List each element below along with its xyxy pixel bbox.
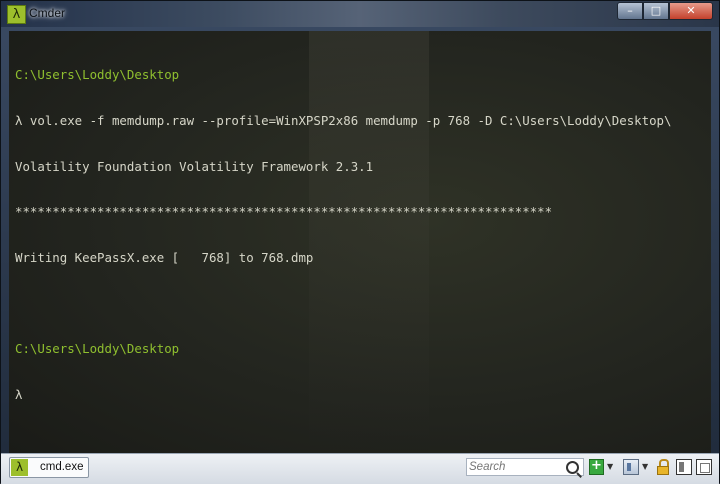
new-console-button[interactable]: + <box>589 459 604 475</box>
search-box[interactable] <box>466 458 584 476</box>
input-prompt-line[interactable]: λ <box>15 387 671 402</box>
output-line: Volatility Foundation Volatility Framewo… <box>15 158 374 174</box>
console-area[interactable]: C:\Users\Loddy\Desktop λ vol.exe -f memd… <box>9 31 711 453</box>
output-line: Writing KeePassX.exe [ 768] to 768.dmp <box>15 249 314 265</box>
output-separator-line: ****************************************… <box>15 204 553 220</box>
tab-cmd-exe[interactable]: λ cmd.exe <box>9 457 89 478</box>
search-icon[interactable] <box>566 461 579 474</box>
title-bar[interactable]: λ Cmder – □ ✕ <box>1 1 719 27</box>
cmder-lambda-icon[interactable]: λ <box>7 5 26 24</box>
close-button[interactable]: ✕ <box>669 2 713 20</box>
view-switch-button[interactable] <box>623 459 639 475</box>
lock-icon[interactable] <box>656 459 670 475</box>
tab-label: cmd.exe <box>40 461 84 473</box>
chevron-down-icon[interactable]: ▼ <box>607 459 617 475</box>
status-bar: λ cmd.exe + ▼ ▼ <box>1 453 719 484</box>
cmder-window: λ Cmder – □ ✕ C:\Users\Loddy\Desktop λ v… <box>0 0 720 484</box>
minimize-button[interactable]: – <box>617 2 643 20</box>
maximize-button[interactable]: □ <box>643 2 669 20</box>
window-controls: – □ ✕ <box>617 2 713 20</box>
prompt-path-line: C:\Users\Loddy\Desktop <box>15 67 180 83</box>
command-line: λ vol.exe -f memdump.raw --profile=WinXP… <box>15 113 672 128</box>
split-pane-icon[interactable] <box>676 459 692 475</box>
window-title: Cmder <box>29 6 66 20</box>
console-output: C:\Users\Loddy\Desktop λ vol.exe -f memd… <box>15 37 671 432</box>
chevron-down-icon[interactable]: ▼ <box>642 459 652 475</box>
search-input[interactable] <box>469 460 563 474</box>
maximize-pane-icon[interactable] <box>696 459 712 475</box>
prompt-path-line: C:\Users\Loddy\Desktop <box>15 340 180 356</box>
lambda-icon: λ <box>11 459 28 476</box>
